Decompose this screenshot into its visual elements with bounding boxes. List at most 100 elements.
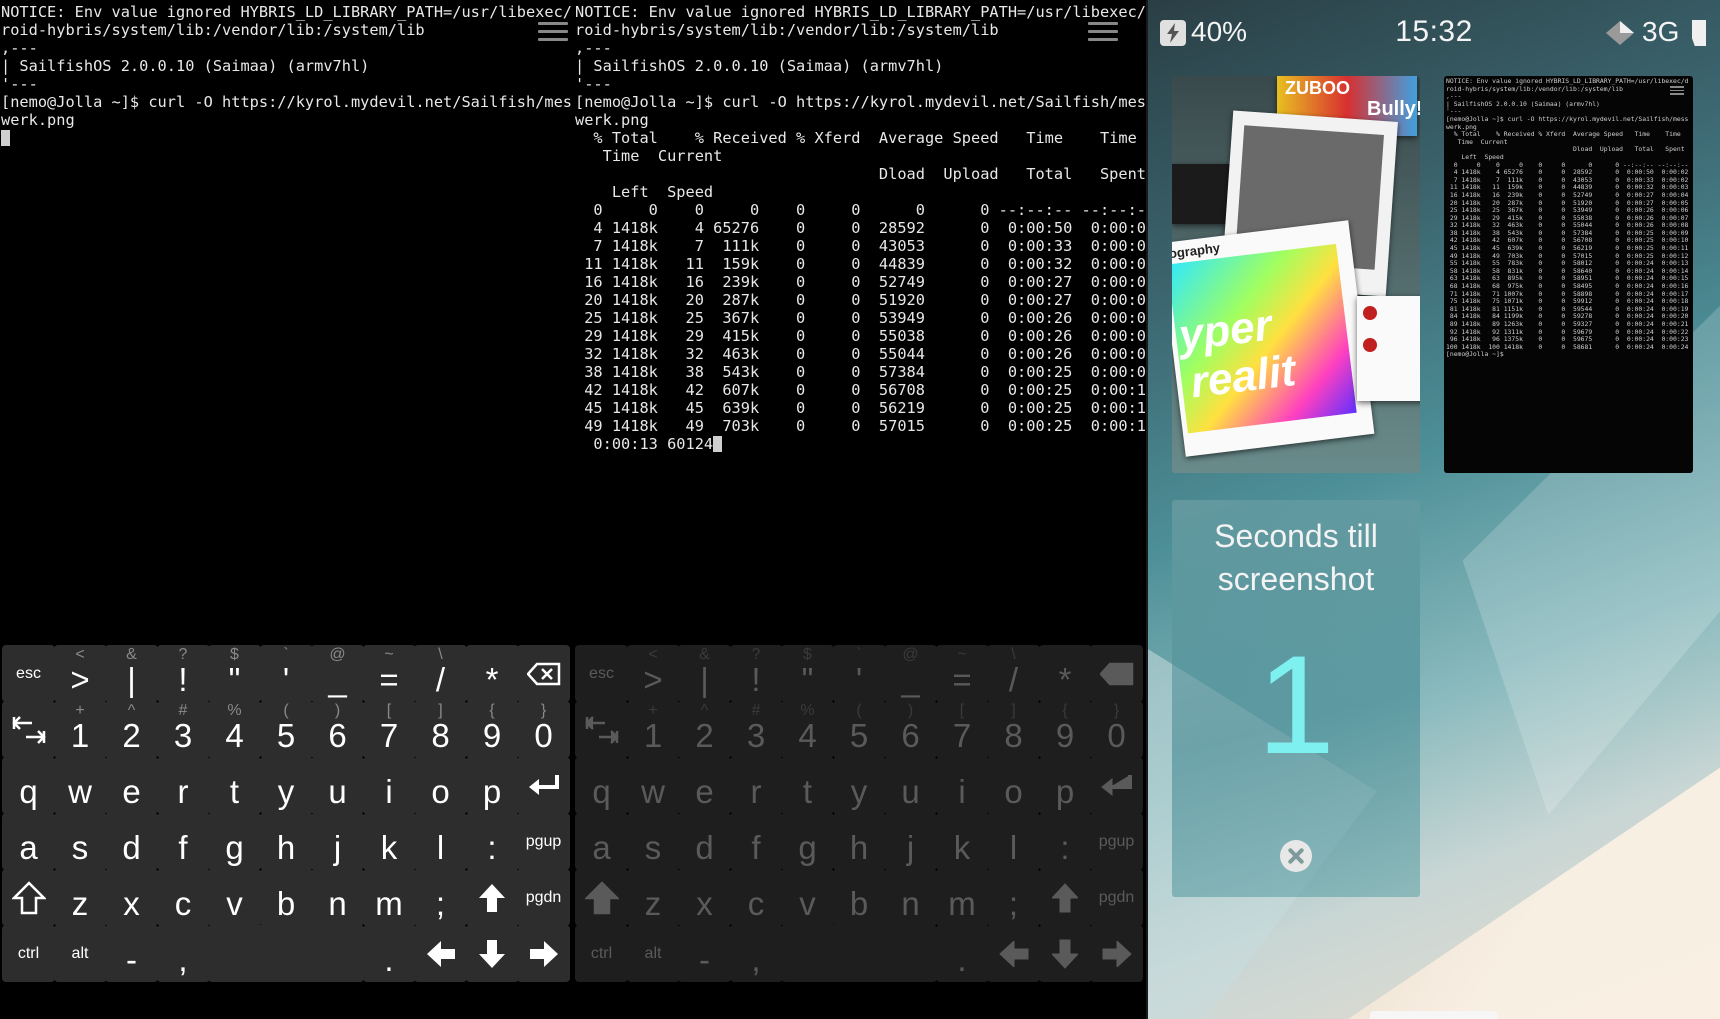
key-apostrophe[interactable]: ` ' [259, 645, 313, 702]
key-pgdn[interactable]: pgdn [517, 869, 570, 926]
key-colon[interactable]: : [1038, 813, 1092, 870]
key-esc[interactable]: esc [2, 645, 55, 702]
key-esc[interactable]: esc [575, 645, 628, 702]
key-underscore[interactable]: @ _ [884, 645, 937, 702]
key-pgup[interactable]: pgup [1090, 813, 1143, 870]
key-asterisk[interactable]: * [1038, 645, 1092, 702]
key-q[interactable]: q [575, 757, 628, 814]
key-c[interactable]: c [729, 869, 783, 926]
key-9[interactable]: {9 [465, 701, 519, 758]
key-ctrl[interactable]: ctrl [575, 925, 628, 982]
key-h[interactable]: h [259, 813, 313, 870]
key-asterisk[interactable]: * [465, 645, 519, 702]
key-t[interactable]: t [208, 757, 261, 814]
key-4[interactable]: % 4 [208, 701, 261, 758]
arrow-left-key[interactable] [414, 925, 467, 982]
key-j[interactable]: j [311, 813, 364, 870]
key-1[interactable]: +1 [53, 701, 107, 758]
key-underscore[interactable]: @ _ [311, 645, 364, 702]
key-pipe[interactable]: & | [678, 645, 731, 702]
key-pgup[interactable]: pgup [517, 813, 570, 870]
key-k[interactable]: k [362, 813, 416, 870]
key-n[interactable]: n [311, 869, 364, 926]
key-g[interactable]: g [208, 813, 261, 870]
key-0[interactable]: } 0 [1090, 701, 1143, 758]
screenshot-app-cover[interactable]: Seconds till screenshot 1 [1172, 500, 1420, 897]
key-g[interactable]: g [781, 813, 834, 870]
key-apostrophe[interactable]: ` ' [832, 645, 886, 702]
key-period[interactable]: . [935, 925, 989, 982]
key-period[interactable]: . [362, 925, 416, 982]
key-greater[interactable]: < > [53, 645, 107, 702]
backspace-key[interactable] [1090, 645, 1143, 702]
key-b[interactable]: b [259, 869, 313, 926]
key-u[interactable]: u [311, 757, 364, 814]
arrow-right-key[interactable] [517, 925, 570, 982]
key-ctrl[interactable]: ctrl [2, 925, 55, 982]
key-h[interactable]: h [832, 813, 886, 870]
arrow-up-key[interactable] [1038, 869, 1092, 926]
terminal-window-2[interactable]: NOTICE: Env value ignored HYBRIS_LD_LIBR… [573, 0, 1146, 1019]
key-v[interactable]: v [781, 869, 834, 926]
key-u[interactable]: u [884, 757, 937, 814]
key-e[interactable]: e [105, 757, 158, 814]
key-s[interactable]: s [53, 813, 107, 870]
key-9[interactable]: {9 [1038, 701, 1092, 758]
key-alt[interactable]: alt [626, 925, 680, 982]
key-0[interactable]: } 0 [517, 701, 570, 758]
key-p[interactable]: p [1038, 757, 1092, 814]
key-m[interactable]: m [362, 869, 416, 926]
arrow-left-key[interactable] [987, 925, 1040, 982]
key-w[interactable]: w [626, 757, 680, 814]
key-8[interactable]: ] 8 [414, 701, 467, 758]
gallery-app-cover[interactable]: ZUBOO Bully! ography yper realit [1172, 76, 1420, 473]
key-greater[interactable]: < > [626, 645, 680, 702]
key-r[interactable]: r [729, 757, 783, 814]
arrow-up-key[interactable] [465, 869, 519, 926]
key-7[interactable]: [7 [935, 701, 989, 758]
key-space[interactable] [781, 925, 937, 982]
key-i[interactable]: i [362, 757, 416, 814]
key-a[interactable]: a [2, 813, 55, 870]
key-y[interactable]: y [259, 757, 313, 814]
key-o[interactable]: o [987, 757, 1040, 814]
key-v[interactable]: v [208, 869, 261, 926]
key-alt[interactable]: alt [53, 925, 107, 982]
key-equals[interactable]: ~ = [935, 645, 989, 702]
backspace-key[interactable] [517, 645, 570, 702]
key-n[interactable]: n [884, 869, 937, 926]
key-s[interactable]: s [626, 813, 680, 870]
key-p[interactable]: p [465, 757, 519, 814]
arrow-right-key[interactable] [1090, 925, 1143, 982]
arrow-down-key[interactable] [1038, 925, 1092, 982]
key-l[interactable]: l [987, 813, 1040, 870]
key-m[interactable]: m [935, 869, 989, 926]
shift-key[interactable] [575, 869, 628, 926]
tab-key[interactable] [2, 701, 55, 758]
key-e[interactable]: e [678, 757, 731, 814]
terminal-app-cover[interactable]: NOTICE: Env value ignored HYBRIS_LD_LIBR… [1444, 76, 1693, 473]
key-minus[interactable]: - [678, 925, 731, 982]
key-equals[interactable]: ~ = [362, 645, 416, 702]
key-quote[interactable]: $ " [781, 645, 834, 702]
key-d[interactable]: d [105, 813, 158, 870]
arrow-down-key[interactable] [465, 925, 519, 982]
key-z[interactable]: z [53, 869, 107, 926]
key-k[interactable]: k [935, 813, 989, 870]
key-i[interactable]: i [935, 757, 989, 814]
key-semicolon[interactable]: ; [987, 869, 1040, 926]
close-icon[interactable] [1280, 840, 1312, 872]
key-w[interactable]: w [53, 757, 107, 814]
enter-key[interactable] [517, 757, 570, 814]
key-q[interactable]: q [2, 757, 55, 814]
key-3[interactable]: #3 [729, 701, 783, 758]
shift-key[interactable] [2, 869, 55, 926]
key-f[interactable]: f [729, 813, 783, 870]
key-j[interactable]: j [884, 813, 937, 870]
key-minus[interactable]: - [105, 925, 158, 982]
key-z[interactable]: z [626, 869, 680, 926]
key-slash[interactable]: \ / [987, 645, 1040, 702]
key-8[interactable]: ] 8 [987, 701, 1040, 758]
enter-key[interactable] [1090, 757, 1143, 814]
key-2[interactable]: ^ 2 [678, 701, 731, 758]
